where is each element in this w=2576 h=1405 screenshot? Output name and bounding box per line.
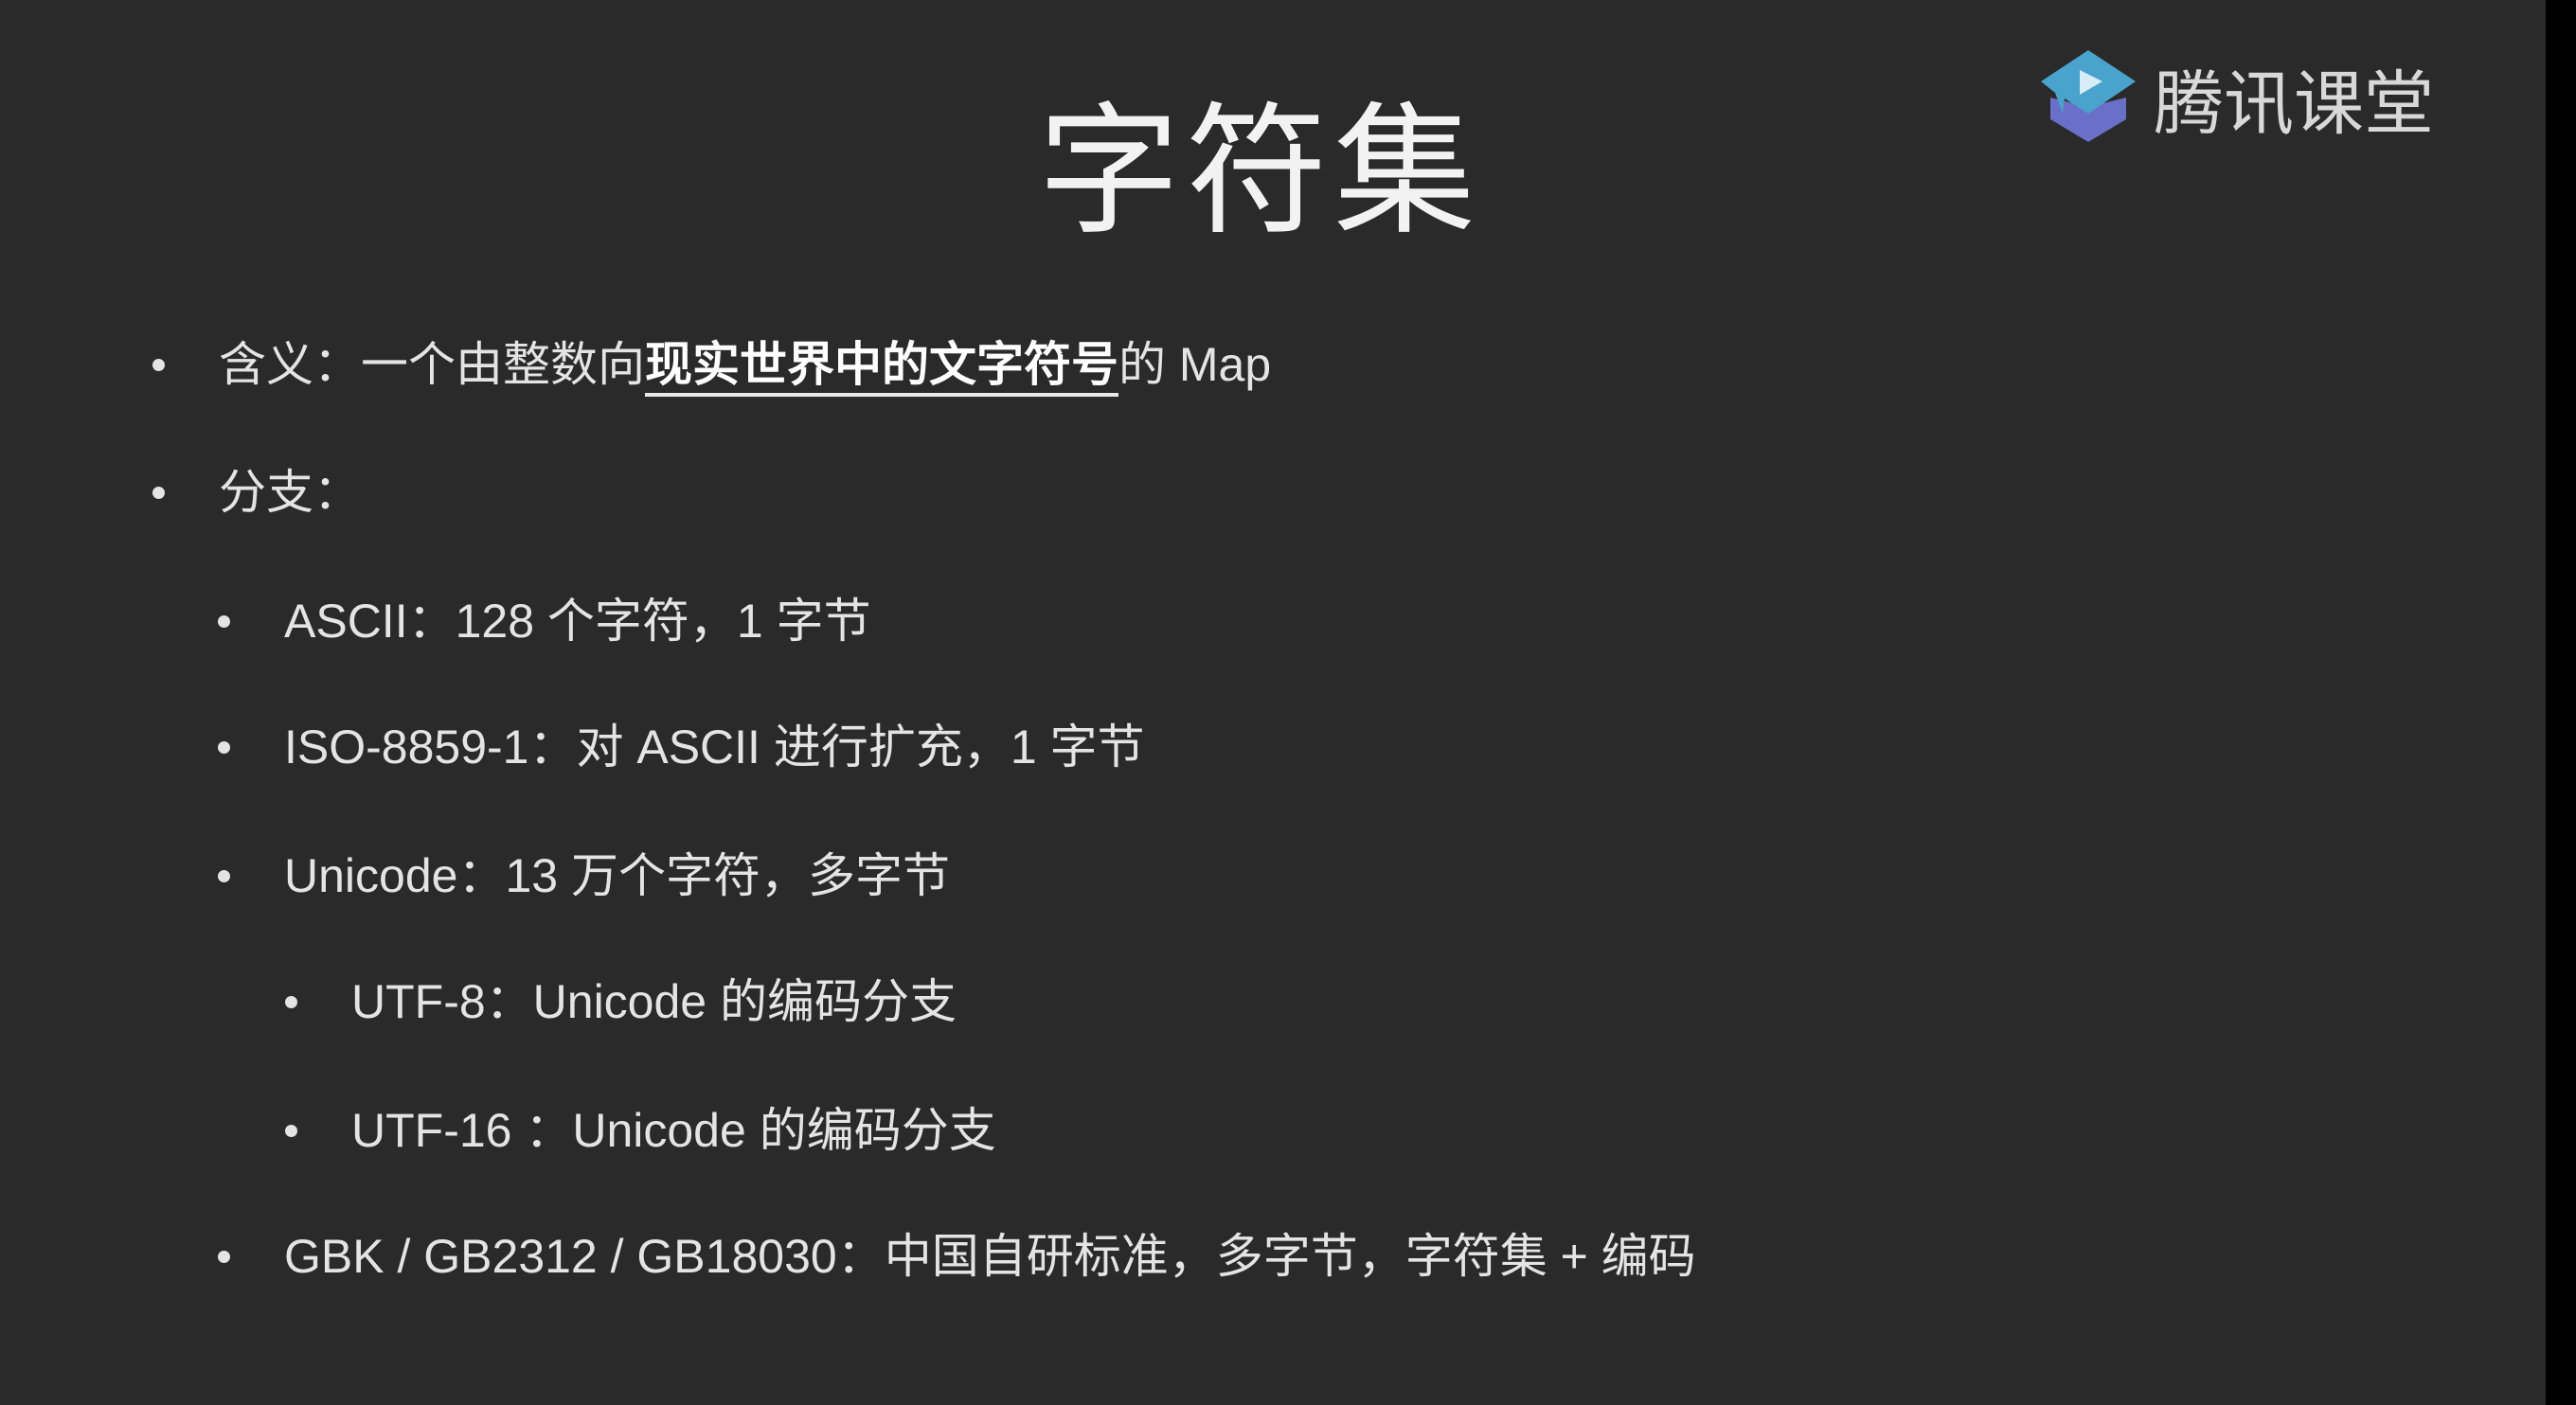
bullet-utf-16: UTF-16 ：Unicode 的编码分支: [285, 1102, 996, 1159]
bullet-text: GBK / GB2312 / GB18030：中国自研标准，多字节，字符集 + …: [284, 1230, 1696, 1283]
bullet-dot: [152, 359, 165, 371]
tencent-classroom-logo-icon: [2041, 50, 2136, 142]
bullet-text: 分支：: [219, 466, 361, 519]
bullet-dot: [285, 1125, 297, 1137]
bullet-utf-8: UTF-8：Unicode 的编码分支: [285, 973, 957, 1030]
bullet-branches: 分支：: [152, 464, 361, 521]
bullet-dot: [152, 487, 165, 499]
meaning-prefix: 含义：一个由整数向: [219, 338, 645, 391]
bullet-dot: [218, 870, 230, 882]
bullet-dot: [218, 1251, 230, 1263]
bullet-text: Unicode：13 万个字符，多字节: [284, 849, 950, 902]
bullet-text: ISO-8859-1：对 ASCII 进行扩充，1 字节: [284, 720, 1145, 774]
meaning-highlight: 现实世界中的文字符号: [645, 338, 1118, 397]
bullet-gbk: GBK / GB2312 / GB18030：中国自研标准，多字节，字符集 + …: [218, 1228, 1696, 1285]
right-black-bar: [2546, 0, 2576, 1405]
bullet-iso-8859-1: ISO-8859-1：对 ASCII 进行扩充，1 字节: [218, 719, 1145, 775]
bullet-text: ASCII：128 个字符，1 字节: [284, 595, 871, 648]
bullet-unicode: Unicode：13 万个字符，多字节: [218, 847, 950, 904]
bullet-dot: [218, 615, 230, 628]
tencent-classroom-logo: 腾讯课堂: [2036, 45, 2434, 150]
logo-text: 腾讯课堂: [2154, 62, 2434, 145]
bullet-meaning: 含义：一个由整数向现实世界中的文字符号的 Map: [152, 336, 1272, 397]
bullet-dot: [285, 996, 297, 1008]
bullet-ascii: ASCII：128 个字符，1 字节: [218, 593, 871, 649]
bullet-text: UTF-8：Unicode 的编码分支: [351, 975, 957, 1028]
bullet-text: UTF-16 ：Unicode 的编码分支: [351, 1104, 996, 1157]
bullet-dot: [218, 741, 230, 754]
meaning-suffix: 的 Map: [1118, 338, 1272, 391]
